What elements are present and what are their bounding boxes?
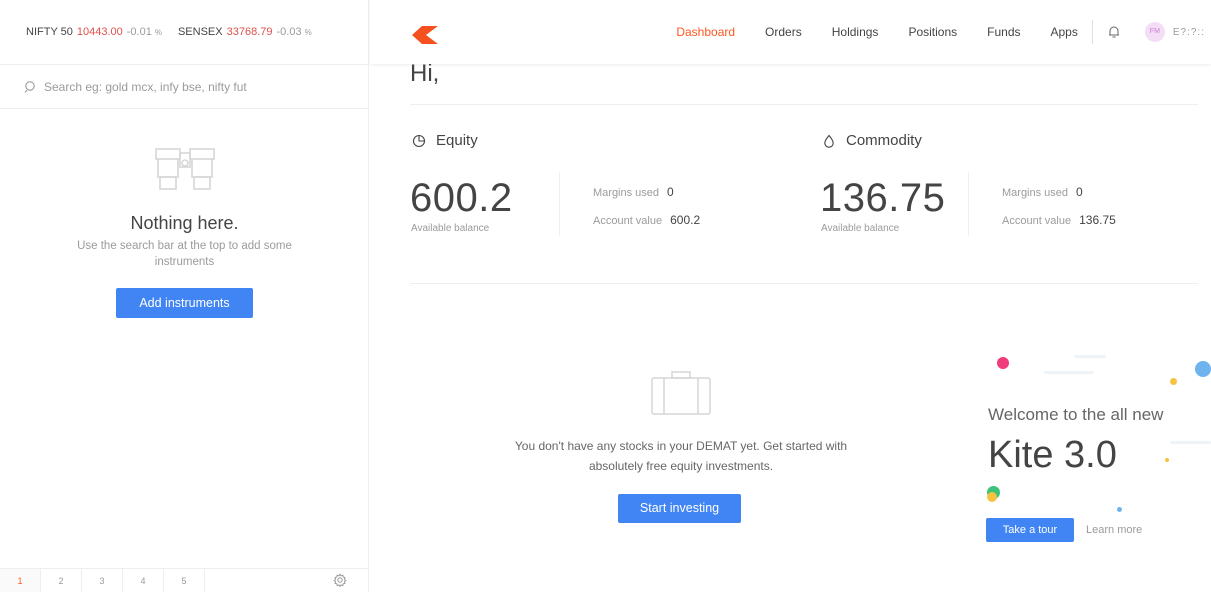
watchlist-page-3[interactable]: 3 xyxy=(82,568,123,592)
commodity-margins-value: 0 xyxy=(1076,185,1083,199)
pie-chart-icon xyxy=(412,134,426,147)
commodity-account: Account value 136.75 xyxy=(1002,213,1116,227)
decor-dot xyxy=(997,357,1009,369)
nav-funds[interactable]: Funds xyxy=(987,25,1020,39)
commodity-divider xyxy=(968,172,969,236)
instrument-search xyxy=(0,65,368,109)
commodity-account-label: Account value xyxy=(1002,215,1072,227)
watchlist-pager: 1 2 3 4 5 xyxy=(0,568,369,592)
watchlist-empty-state: Nothing here. Use the search bar at the … xyxy=(0,145,369,318)
gear-icon[interactable] xyxy=(333,573,347,587)
equity-margins: Margins used 0 xyxy=(593,185,674,199)
equity-title: Equity xyxy=(436,132,478,149)
nifty-value: 10443.00 xyxy=(76,26,123,38)
drop-icon xyxy=(824,134,834,148)
briefcase-icon xyxy=(651,371,711,415)
sensex-change: -0.03 xyxy=(276,26,302,38)
commodity-account-value: 136.75 xyxy=(1079,213,1116,227)
decor-dot xyxy=(1195,361,1211,377)
nav-positions[interactable]: Positions xyxy=(908,25,957,39)
equity-divider xyxy=(559,172,560,236)
decor-dot xyxy=(1170,378,1177,385)
kite-logo[interactable] xyxy=(412,26,438,44)
commodity-balance: 136.75 xyxy=(820,176,946,220)
nifty-change: -0.01 xyxy=(126,26,152,38)
top-navbar: Dashboard Orders Holdings Positions Fund… xyxy=(370,0,1211,64)
equity-account: Account value 600.2 xyxy=(593,213,700,227)
decor-line xyxy=(1044,371,1094,374)
equity-balance-label: Available balance xyxy=(411,223,490,234)
holdings-empty-message: You don't have any stocks in your DEMAT … xyxy=(514,439,848,473)
commodity-balance-label: Available balance xyxy=(821,223,900,234)
decor-dot xyxy=(1165,458,1169,462)
commodity-margins-label: Margins used xyxy=(1002,187,1069,199)
equity-account-value: 600.2 xyxy=(670,213,701,227)
watchlist-page-4[interactable]: 4 xyxy=(123,568,164,592)
search-icon xyxy=(24,80,35,93)
nav-apps[interactable]: Apps xyxy=(1051,25,1078,39)
nav-dashboard[interactable]: Dashboard xyxy=(676,25,735,39)
greeting: Hi, xyxy=(410,60,440,87)
decor-line xyxy=(1074,355,1106,358)
promo-product: Kite 3.0 xyxy=(988,434,1117,476)
divider xyxy=(410,104,1198,105)
index-ticker: NIFTY 50 10443.00 -0.01 % SENSEX 33768.7… xyxy=(0,0,368,65)
sensex-pct-sign: % xyxy=(304,27,312,37)
main-nav: Dashboard Orders Holdings Positions Fund… xyxy=(676,0,1211,64)
add-instruments-button[interactable]: Add instruments xyxy=(116,288,253,318)
equity-balance: 600.2 xyxy=(410,176,513,220)
bell-icon[interactable] xyxy=(1107,25,1121,39)
watchlist-page-2[interactable]: 2 xyxy=(41,568,82,592)
decor-line xyxy=(1170,441,1211,444)
binoculars-icon xyxy=(154,148,215,190)
take-a-tour-button[interactable]: Take a tour xyxy=(986,518,1074,542)
watchlist-page-5[interactable]: 5 xyxy=(164,568,205,592)
kite3-promo: Welcome to the all new Kite 3.0 Take a t… xyxy=(972,344,1211,592)
decor-dot xyxy=(987,492,997,502)
nav-separator xyxy=(1091,20,1093,44)
nav-orders[interactable]: Orders xyxy=(765,25,802,39)
commodity-header: Commodity xyxy=(822,132,922,149)
equity-account-label: Account value xyxy=(593,215,663,227)
nav-holdings[interactable]: Holdings xyxy=(832,25,879,39)
sensex-value: 33768.79 xyxy=(226,26,273,38)
commodity-margins: Margins used 0 xyxy=(1002,185,1083,199)
nifty-pct-sign: % xyxy=(154,27,162,37)
commodity-title: Commodity xyxy=(846,132,922,149)
learn-more-link[interactable]: Learn more xyxy=(1086,524,1142,536)
empty-title: Nothing here. xyxy=(130,213,239,233)
watchlist-page-1[interactable]: 1 xyxy=(0,568,41,592)
divider xyxy=(410,283,1198,284)
user-id[interactable]: E?:?:: xyxy=(1173,27,1205,38)
search-input[interactable] xyxy=(44,79,344,94)
promo-welcome: Welcome to the all new xyxy=(988,405,1164,424)
equity-margins-label: Margins used xyxy=(593,187,660,199)
nifty-name[interactable]: NIFTY 50 xyxy=(26,26,73,38)
equity-margins-value: 0 xyxy=(667,185,674,199)
equity-header: Equity xyxy=(412,132,478,149)
decor-dot xyxy=(1117,507,1122,512)
start-investing-button[interactable]: Start investing xyxy=(618,494,741,523)
empty-description: Use the search bar at the top to add som… xyxy=(77,240,292,268)
avatar[interactable]: FM xyxy=(1144,22,1165,42)
sensex-name[interactable]: SENSEX xyxy=(178,26,223,38)
marketwatch-sidebar: NIFTY 50 10443.00 -0.01 % SENSEX 33768.7… xyxy=(0,0,369,592)
